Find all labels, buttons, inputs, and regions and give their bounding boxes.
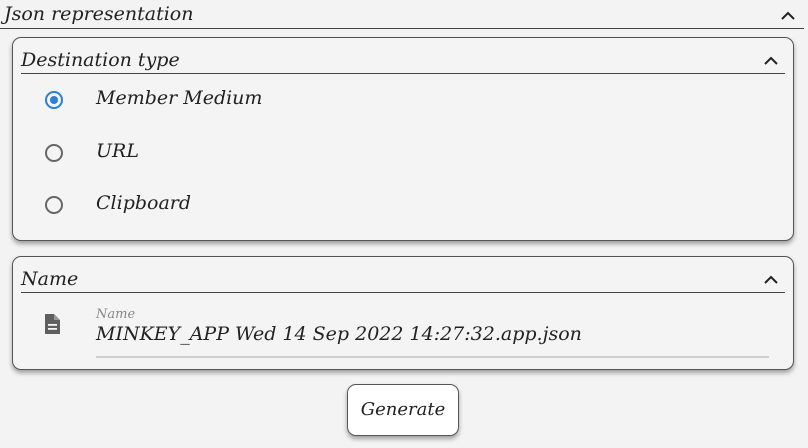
radio-member-medium[interactable]: Member Medium	[45, 87, 645, 117]
chevron-up-icon[interactable]	[778, 6, 798, 26]
name-card: Name Name MINKEY_APP Wed 14 Sep 2022 14:…	[12, 256, 794, 370]
json-representation-title: Json representation	[4, 3, 194, 25]
name-field-label: Name	[96, 307, 136, 322]
radio-label: URL	[96, 140, 139, 162]
chevron-up-icon[interactable]	[761, 270, 781, 290]
generate-button[interactable]: Generate	[347, 384, 459, 436]
destination-type-card: Destination type Member Medium URL Clipb…	[12, 37, 794, 241]
radio-clipboard[interactable]: Clipboard	[45, 192, 645, 222]
field-underline	[96, 356, 769, 358]
json-representation-header[interactable]: Json representation	[0, 0, 804, 29]
radio-label: Clipboard	[96, 192, 192, 214]
radio-button-checked[interactable]	[45, 91, 63, 109]
radio-button[interactable]	[45, 144, 63, 162]
radio-button[interactable]	[45, 196, 63, 214]
radio-label: Member Medium	[96, 87, 263, 109]
file-icon	[45, 314, 60, 334]
destination-type-title: Destination type	[21, 49, 180, 71]
chevron-up-icon[interactable]	[761, 51, 781, 71]
destination-type-header[interactable]: Destination type	[21, 46, 785, 74]
name-header[interactable]: Name	[21, 265, 785, 293]
radio-url[interactable]: URL	[45, 140, 645, 170]
name-field-value[interactable]: MINKEY_APP Wed 14 Sep 2022 14:27:32.app.…	[96, 323, 582, 345]
name-title: Name	[21, 268, 79, 290]
name-field[interactable]: Name MINKEY_APP Wed 14 Sep 2022 14:27:32…	[96, 307, 769, 359]
